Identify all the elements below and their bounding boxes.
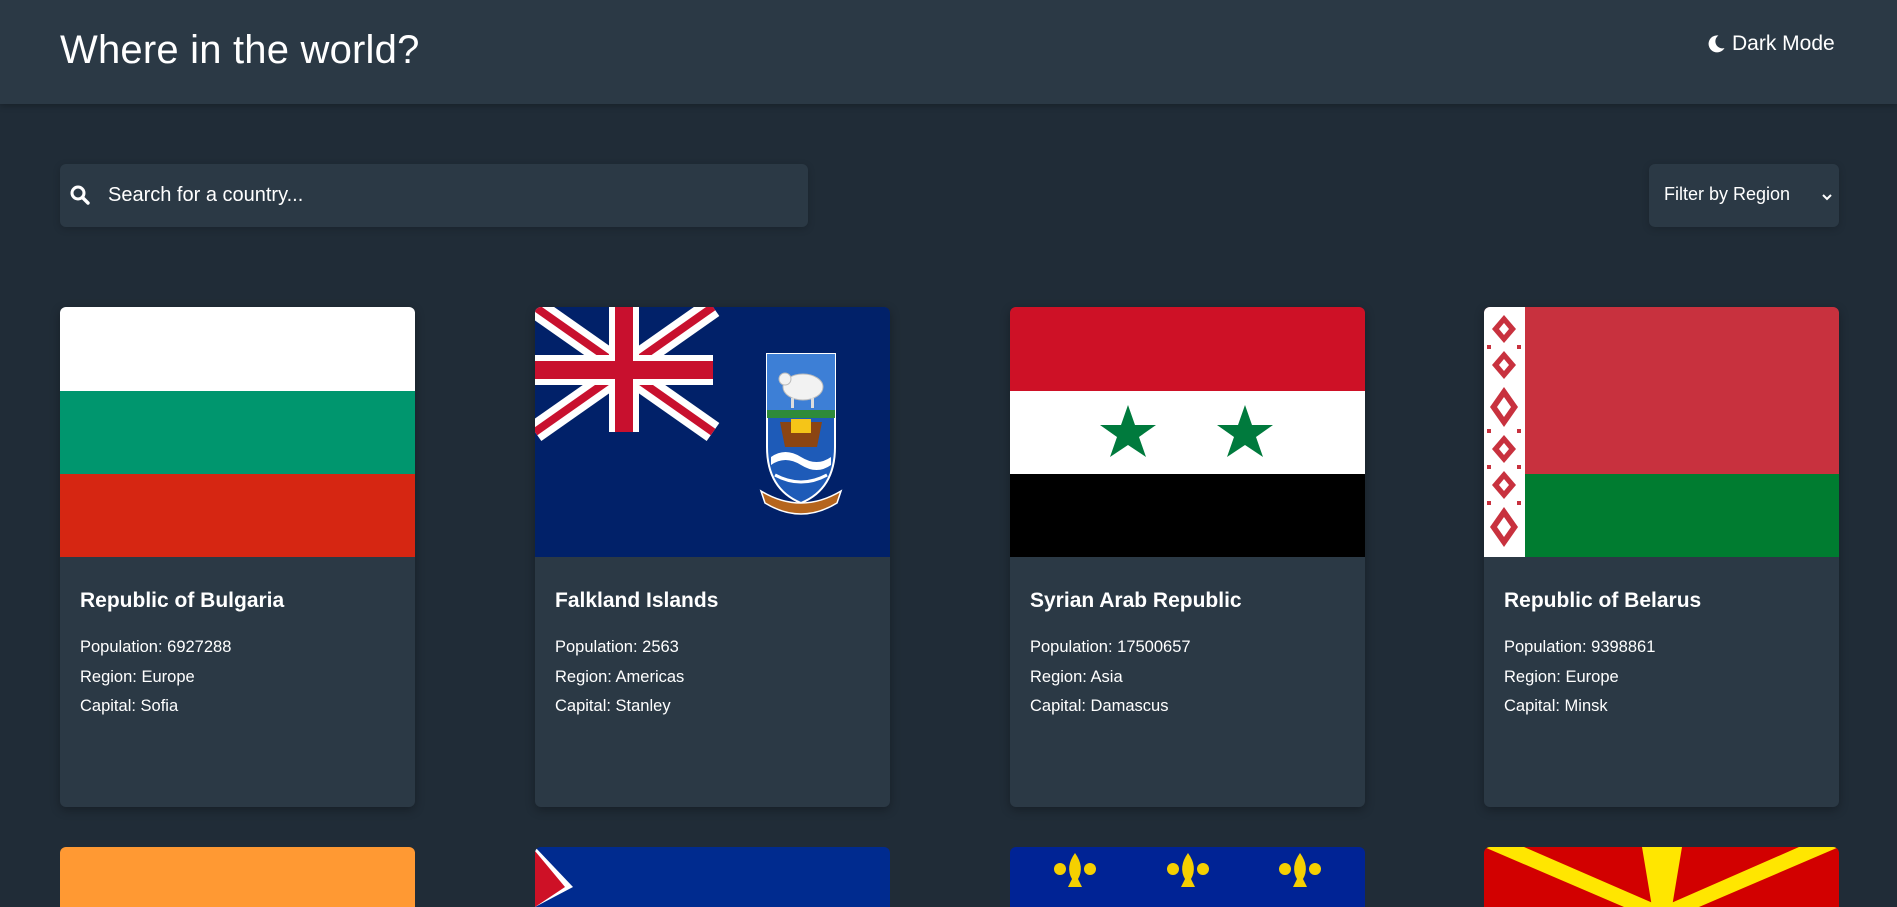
- belarus-flag: [1484, 307, 1839, 557]
- country-name: Syrian Arab Republic: [1030, 589, 1242, 612]
- region-value: Europe: [1565, 668, 1619, 686]
- capital-label: Capital:: [555, 697, 616, 715]
- country-flag: [535, 847, 890, 907]
- capital-value: Sofia: [140, 697, 179, 715]
- country-population: Population: 2563: [555, 638, 679, 657]
- population-value: 2563: [642, 638, 679, 656]
- search-input[interactable]: [108, 164, 798, 227]
- country-name: Falkland Islands: [555, 589, 719, 612]
- country-region: Region: Europe: [1504, 668, 1619, 687]
- region-value: Asia: [1090, 668, 1123, 686]
- app-header: Where in the world? Dark Mode: [0, 0, 1897, 104]
- app-title: Where in the world?: [60, 28, 420, 72]
- population-value: 17500657: [1117, 638, 1191, 656]
- falkland-islands-flag: [535, 307, 890, 557]
- capital-label: Capital:: [1504, 697, 1565, 715]
- population-label: Population:: [1504, 638, 1592, 656]
- country-region: Region: Asia: [1030, 668, 1123, 687]
- capital-value: Stanley: [615, 697, 671, 715]
- country-flag: [1484, 847, 1839, 907]
- country-card[interactable]: [535, 847, 890, 907]
- region-value: Europe: [141, 668, 195, 686]
- country-card[interactable]: Falkland Islands Population: 2563 Region…: [535, 307, 890, 807]
- country-capital: Capital: Sofia: [80, 697, 178, 716]
- country-capital: Capital: Minsk: [1504, 697, 1608, 716]
- country-card[interactable]: Republic of Bulgaria Population: 6927288…: [60, 307, 415, 807]
- country-flag: [60, 847, 415, 907]
- capital-label: Capital:: [1030, 697, 1091, 715]
- country-capital: Capital: Stanley: [555, 697, 671, 716]
- region-filter-select[interactable]: Filter by Region: [1649, 164, 1839, 227]
- country-name: Republic of Belarus: [1504, 589, 1702, 612]
- chevron-down-icon: [1821, 190, 1833, 202]
- population-value: 9398861: [1591, 638, 1656, 656]
- capital-value: Damascus: [1090, 697, 1169, 715]
- population-label: Population:: [80, 638, 168, 656]
- capital-value: Minsk: [1564, 697, 1608, 715]
- region-label: Region:: [80, 668, 142, 686]
- population-value: 6927288: [167, 638, 232, 656]
- search-bar: [60, 164, 808, 227]
- country-card[interactable]: [1010, 847, 1365, 907]
- dark-mode-toggle[interactable]: Dark Mode: [1706, 29, 1835, 59]
- region-label: Region:: [1504, 668, 1566, 686]
- country-flag: [1010, 847, 1365, 907]
- population-label: Population:: [1030, 638, 1118, 656]
- country-population: Population: 9398861: [1504, 638, 1655, 657]
- bulgaria-flag: [60, 307, 415, 557]
- region-label: Region:: [1030, 668, 1091, 686]
- country-region: Region: Americas: [555, 668, 684, 687]
- search-icon: [69, 184, 91, 206]
- region-value: Americas: [615, 668, 685, 686]
- moon-icon: [1706, 34, 1726, 54]
- country-capital: Capital: Damascus: [1030, 697, 1168, 716]
- country-card[interactable]: [60, 847, 415, 907]
- country-card[interactable]: Syrian Arab Republic Population: 1750065…: [1010, 307, 1365, 807]
- country-region: Region: Europe: [80, 668, 195, 687]
- region-filter-label: Filter by Region: [1664, 184, 1791, 204]
- syria-flag: [1010, 307, 1365, 557]
- country-name: Republic of Bulgaria: [80, 589, 285, 612]
- country-population: Population: 6927288: [80, 638, 231, 657]
- region-label: Region:: [555, 668, 616, 686]
- country-card[interactable]: Republic of Belarus Population: 9398861 …: [1484, 307, 1839, 807]
- capital-label: Capital:: [80, 697, 141, 715]
- country-card[interactable]: [1484, 847, 1839, 907]
- population-label: Population:: [555, 638, 643, 656]
- dark-mode-label: Dark Mode: [1732, 32, 1835, 55]
- country-population: Population: 17500657: [1030, 638, 1191, 657]
